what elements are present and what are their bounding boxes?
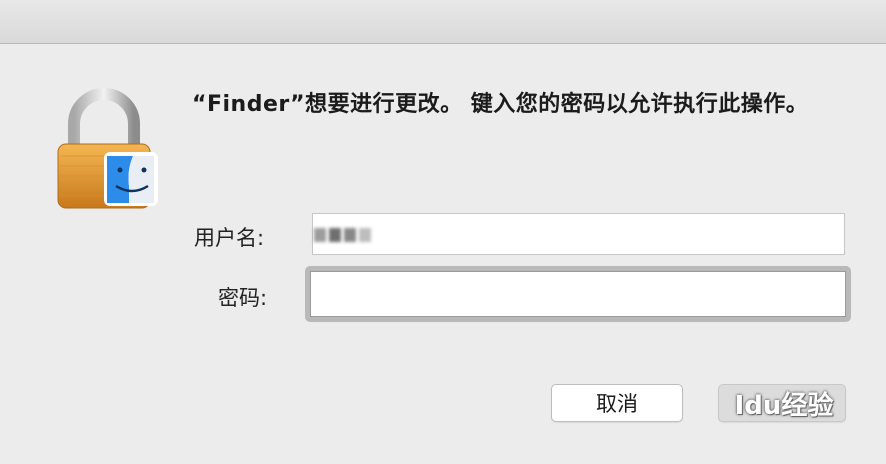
password-input[interactable] <box>310 271 846 317</box>
username-label: 用户名: <box>194 226 265 250</box>
finder-icon <box>104 152 158 206</box>
watermark-logo: Idu经验 <box>734 390 834 421</box>
window-titlebar <box>0 0 886 44</box>
username-redacted-value <box>314 222 378 248</box>
auth-message: “Finder”想要进行更改。 键入您的密码以允许执行此操作。 <box>192 92 809 117</box>
password-focus-ring <box>305 266 851 322</box>
auth-dialog: “Finder”想要进行更改。 键入您的密码以允许执行此操作。 用户名: 密码:… <box>0 44 886 464</box>
username-input[interactable] <box>312 213 845 255</box>
cancel-button[interactable]: 取消 <box>551 384 683 422</box>
password-label: 密码: <box>218 286 268 310</box>
lock-icon <box>57 88 158 209</box>
